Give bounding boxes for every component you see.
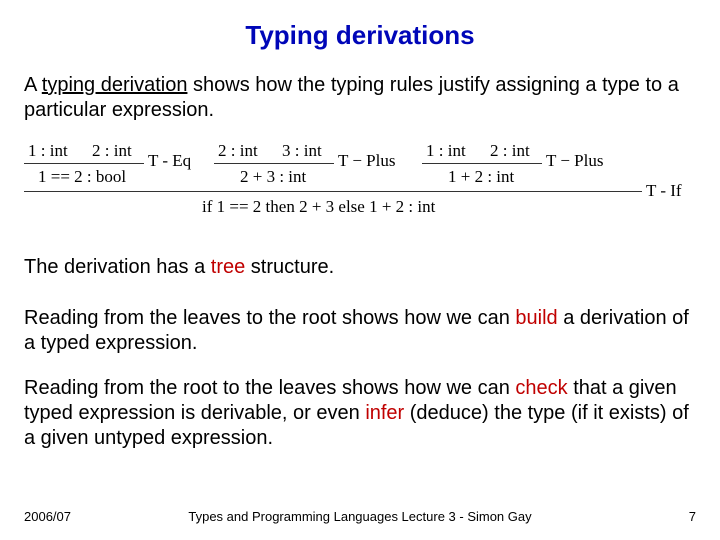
inference-line [214,163,334,164]
rule-name-t-eq: T - Eq [148,151,191,171]
keyword-build: build [515,307,557,329]
keyword-typing-derivation: typing derivation [42,74,188,96]
derivation-figure: 1 : int 2 : int T - Eq 1 == 2 : bool 2 :… [24,141,696,227]
premise: 3 : int [282,141,322,161]
inference-line [24,191,642,192]
premise: 1 : int [28,141,68,161]
premise: 2 : int [490,141,530,161]
inference-line [422,163,542,164]
conclusion: 2 + 3 : int [240,167,306,187]
text: Reading from the root to the leaves show… [24,377,515,399]
intro-paragraph: A typing derivation shows how the typing… [24,73,696,123]
text: structure. [245,256,334,278]
keyword-check: check [515,377,567,399]
text: A [24,74,42,96]
text: Reading from the leaves to the root show… [24,307,515,329]
conclusion: 1 + 2 : int [448,167,514,187]
rule-name-t-if: T - If [646,181,682,201]
tree-paragraph: The derivation has a tree structure. [24,255,696,280]
build-paragraph: Reading from the leaves to the root show… [24,306,696,356]
rule-name-t-plus: T − Plus [338,151,395,171]
check-infer-paragraph: Reading from the root to the leaves show… [24,376,696,451]
keyword-infer: infer [365,402,404,424]
text: The derivation has a [24,256,211,278]
rule-name-t-plus: T − Plus [546,151,603,171]
page-number: 7 [689,509,696,524]
inference-line [24,163,144,164]
slide: Typing derivations A typing derivation s… [0,0,720,540]
premise: 2 : int [92,141,132,161]
premise: 1 : int [426,141,466,161]
footer-course: Types and Programming Languages Lecture … [24,509,696,524]
conclusion-main: if 1 == 2 then 2 + 3 else 1 + 2 : int [202,197,435,217]
premise: 2 : int [218,141,258,161]
slide-title: Typing derivations [24,20,696,51]
conclusion: 1 == 2 : bool [38,167,126,187]
keyword-tree: tree [211,256,245,278]
